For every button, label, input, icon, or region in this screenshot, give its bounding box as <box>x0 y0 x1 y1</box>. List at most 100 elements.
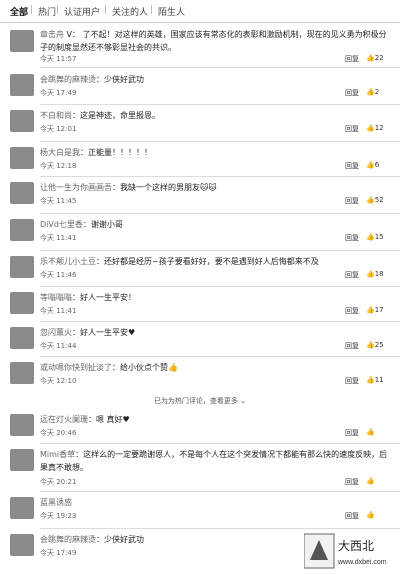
watermark-logo-graphic: 大西北 www.dxbei.com <box>303 533 387 569</box>
avatar[interactable] <box>10 534 34 556</box>
reply-button[interactable]: 回复 <box>345 376 359 386</box>
like-button[interactable]: 👍 <box>366 511 375 519</box>
avatar[interactable] <box>10 362 34 384</box>
avatar[interactable] <box>10 327 34 349</box>
divider <box>40 213 400 214</box>
comment-text: 等嗡嗡嗡：好人一生平安！ <box>40 293 136 302</box>
comment-username[interactable]: 杨大白是我 <box>40 148 80 157</box>
avatar[interactable] <box>10 414 34 436</box>
comment-time: 今天 11:45 <box>40 197 77 205</box>
divider <box>40 141 400 142</box>
comment-body: 还好都是经历~孩子要看好好，要不是遇到好人后悔都来不及 <box>104 257 319 266</box>
comment-text: 杨大白是我：正能量！！！！！ <box>40 148 152 157</box>
reply-button[interactable]: 回复 <box>345 54 359 64</box>
avatar[interactable] <box>10 449 34 471</box>
like-button[interactable]: 👍 <box>366 428 375 436</box>
svg-text:大西北: 大西北 <box>338 539 374 553</box>
verified-badge: V <box>66 30 73 39</box>
like-count: 22 <box>374 54 384 62</box>
like-count: 2 <box>374 88 380 96</box>
like-button[interactable]: 👍12 <box>366 124 384 132</box>
comment-text: 乐不颠儿小土豆：还好都是经历~孩子要看好好，要不是遇到好人后悔都来不及 <box>40 257 319 266</box>
divider <box>40 321 400 322</box>
like-button[interactable]: 👍2 <box>366 88 379 96</box>
like-button[interactable]: 👍6 <box>366 161 379 169</box>
like-button[interactable]: 👍 <box>366 477 375 485</box>
avatar[interactable] <box>10 182 34 204</box>
comment-username[interactable]: 远在灯火阑珊 <box>40 415 88 424</box>
like-count: 52 <box>374 196 384 204</box>
divider <box>40 67 400 68</box>
tab-verified[interactable]: 认证用户 <box>64 5 100 18</box>
reply-button[interactable]: 回复 <box>345 341 359 351</box>
comment-body: 嗯 真好 <box>96 415 123 424</box>
divider <box>40 176 400 177</box>
avatar[interactable] <box>10 497 34 519</box>
comment-username[interactable]: 不白和尚 <box>40 111 72 120</box>
reply-button[interactable]: 回复 <box>345 306 359 316</box>
view-more-hot-comments-link[interactable]: 已为为热门评论，查看更多 ⌄ <box>0 396 400 408</box>
comment-username[interactable]: 会跳舞的麻辣烫 <box>40 535 96 544</box>
like-button[interactable]: 👍15 <box>366 233 384 241</box>
like-count: 6 <box>374 161 380 169</box>
comment-body: 给小伙点个赞 <box>120 363 168 372</box>
comment-body: 我缺一个这样的男朋友 <box>120 183 200 192</box>
avatar[interactable] <box>10 74 34 96</box>
like-count: 25 <box>374 341 384 349</box>
reply-button[interactable]: 回复 <box>345 161 359 171</box>
comment-time: 今天 11:44 <box>40 342 77 350</box>
tab-all[interactable]: 全部 <box>10 5 28 18</box>
tab-strangers[interactable]: 陌生人 <box>158 5 185 18</box>
comment-username[interactable]: 会跳舞的麻辣烫 <box>40 75 96 84</box>
like-button[interactable]: 👍11 <box>366 376 384 384</box>
comment-time: 今天 17:49 <box>40 549 77 557</box>
like-count: 15 <box>374 233 384 241</box>
comment-username[interactable]: 章击舟 <box>40 30 64 39</box>
cat-emoji-icon: 🐱🐱 <box>200 183 217 192</box>
avatar[interactable] <box>10 147 34 169</box>
comment-time: 今天 20:21 <box>40 478 77 486</box>
reply-button[interactable]: 回复 <box>345 233 359 243</box>
heart-emoji-icon: ♥ <box>122 415 130 424</box>
reply-button[interactable]: 回复 <box>345 511 359 521</box>
comment-text: 或动嗯你快到扯淡了：给小伙点个赞👍 <box>40 363 178 372</box>
like-button[interactable]: 👍25 <box>366 341 384 349</box>
comment-body: 了不起！对这样的英雄，国家应该有常态化的表彰和激励机制，现在的见义勇为积极分子的… <box>40 30 387 52</box>
reply-button[interactable]: 回复 <box>345 124 359 134</box>
like-button[interactable]: 👍52 <box>366 196 384 204</box>
avatar[interactable] <box>10 30 34 52</box>
avatar[interactable] <box>10 292 34 314</box>
comment-username[interactable]: 乐不颠儿小土豆 <box>40 257 96 266</box>
like-button[interactable]: 👍17 <box>366 306 384 314</box>
view-more-text: 已为为热门评论，查看更多 <box>153 397 238 405</box>
avatar[interactable] <box>10 110 34 132</box>
like-button[interactable]: 👍18 <box>366 270 384 278</box>
avatar[interactable] <box>10 256 34 278</box>
watermark-logo: 大西北 www.dxbei.com <box>303 532 398 570</box>
reply-button[interactable]: 回复 <box>345 270 359 280</box>
comment-username[interactable]: 等嗡嗡嗡 <box>40 293 72 302</box>
like-count: 17 <box>374 306 384 314</box>
reply-button[interactable]: 回复 <box>345 88 359 98</box>
tab-hot[interactable]: 热门 <box>38 5 56 18</box>
comment-text: 远在灯火阑珊：嗯 真好♥ <box>40 415 130 424</box>
divider <box>40 356 400 357</box>
chevron-down-icon: ⌄ <box>240 397 247 405</box>
reply-button[interactable]: 回复 <box>345 477 359 487</box>
comment-username[interactable]: Mimi香草 <box>40 450 75 459</box>
comment-username[interactable]: 让他一生为你画画吾 <box>40 183 112 192</box>
comment-username[interactable]: 蓝黑诱惑 <box>40 498 72 507</box>
comment-username[interactable]: 忽闪薰火 <box>40 328 72 337</box>
comment-text: 不白和尚：这是神迹，命里报恩。 <box>40 111 160 120</box>
reply-button[interactable]: 回复 <box>345 428 359 438</box>
comment-time: 今天 11:46 <box>40 271 77 279</box>
comment-body: 少侠好武功 <box>104 535 144 544</box>
comment-username[interactable]: DiVd七里香 <box>40 220 83 229</box>
tab-following[interactable]: 关注的人 <box>112 5 148 18</box>
comment-time: 今天 11:41 <box>40 234 77 242</box>
like-button[interactable]: 👍22 <box>366 54 384 62</box>
comment-username[interactable]: 或动嗯你快到扯淡了 <box>40 363 112 372</box>
avatar[interactable] <box>10 219 34 241</box>
reply-button[interactable]: 回复 <box>345 196 359 206</box>
comment-body: 这样么的一定要跪谢恩人，不是每个人在这个突发情况下都能有那么快的速度反映，后果真… <box>40 450 388 472</box>
